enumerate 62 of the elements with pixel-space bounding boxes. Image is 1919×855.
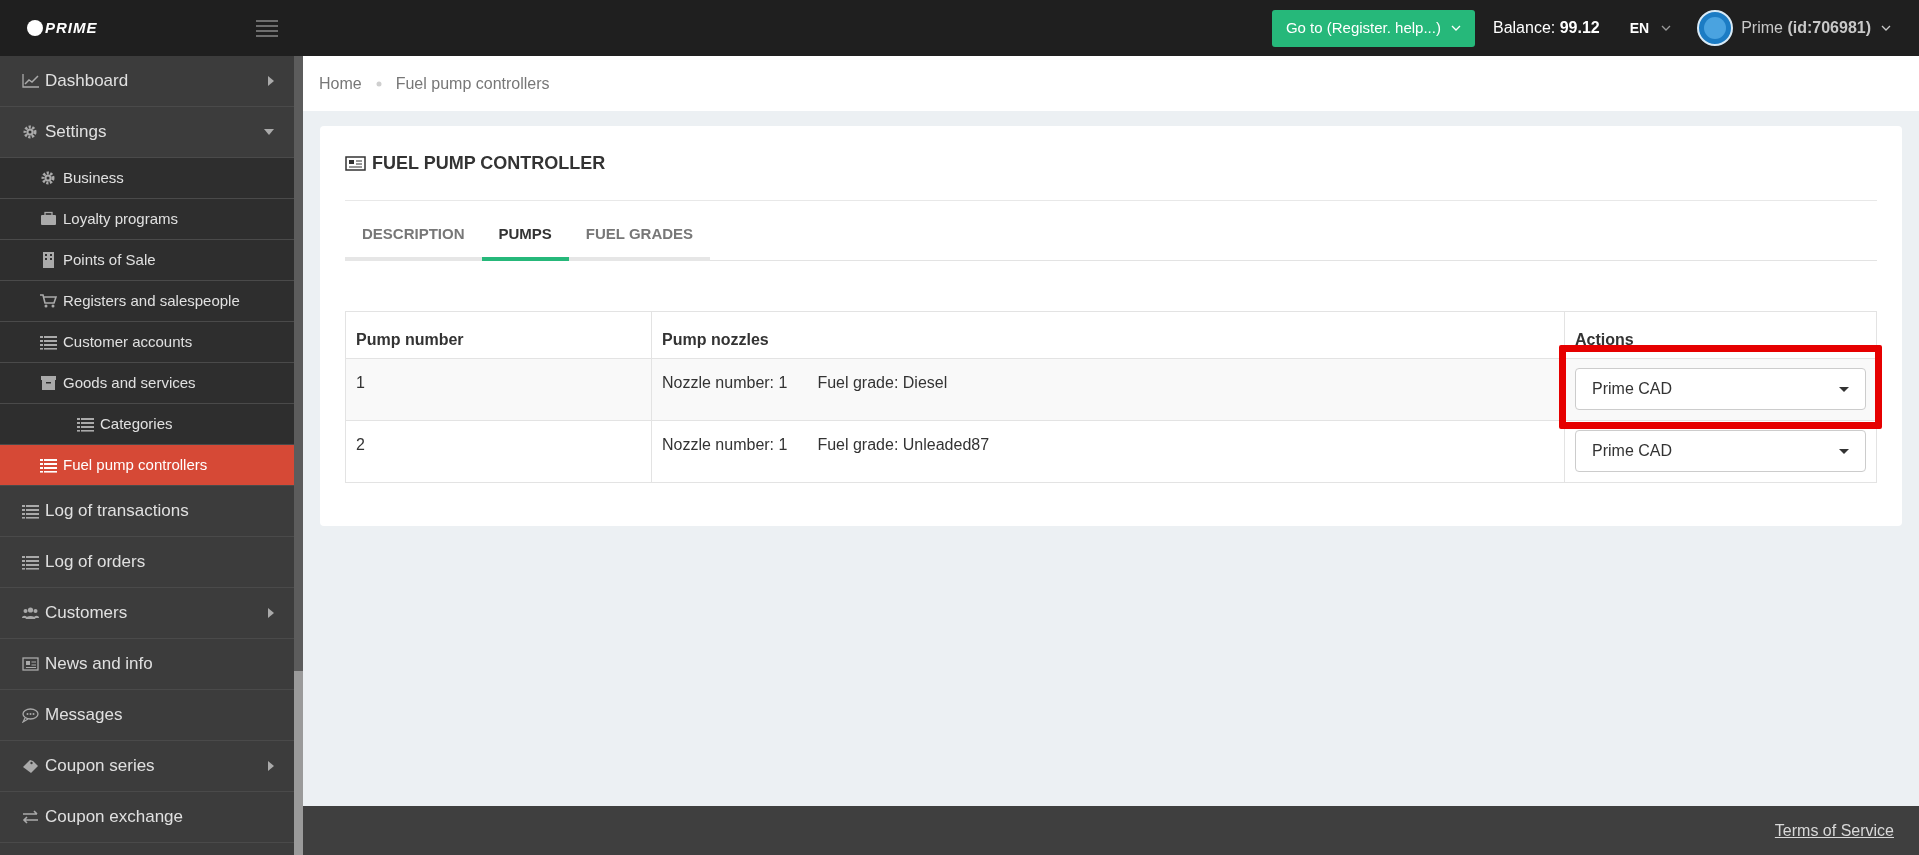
newspaper-icon [345, 155, 366, 171]
chat-bubble-icon [22, 707, 39, 723]
table-cell: 2 [345, 420, 652, 483]
chart-icon [22, 73, 39, 89]
table-cell: 1 [345, 358, 652, 421]
caret-right-icon [268, 608, 274, 618]
sidebar-item[interactable]: Fuel pump controllers [0, 445, 294, 486]
tab[interactable]: FUEL GRADES [568, 211, 711, 261]
logo[interactable]: PRIME [45, 16, 98, 40]
balance-text: Balance: 99.12 [1492, 18, 1600, 38]
ticket-icon [22, 758, 39, 774]
separator-dot-icon [375, 80, 382, 87]
list-icon [22, 554, 39, 570]
archive-box-icon [40, 375, 57, 391]
users-icon [22, 605, 39, 621]
tab[interactable]: PUMPS [481, 211, 569, 261]
card-title: FUEL PUMP CONTROLLER [372, 151, 606, 175]
sidebar-item[interactable]: Registers and salespeople [0, 281, 294, 322]
column-header: Pump nozzles [651, 311, 1565, 359]
sidebar-item[interactable]: Points of Sale [0, 240, 294, 281]
tab[interactable]: DESCRIPTION [345, 211, 482, 261]
logo-circle-icon [27, 20, 43, 36]
sidebar-item[interactable]: Goods and services [0, 363, 294, 404]
newspaper-icon [22, 656, 39, 672]
sidebar-item[interactable]: Customer accounts [0, 322, 294, 363]
caret-right-icon [268, 76, 274, 86]
briefcase-icon [40, 211, 57, 227]
settings-icon [40, 170, 57, 186]
sidebar-item[interactable]: Business [0, 158, 294, 199]
fuel-grade: Fuel grade: Diesel [817, 373, 948, 393]
column-header: Actions [1564, 311, 1877, 359]
caret-down-icon [1839, 448, 1849, 454]
caret-down-icon [264, 129, 274, 135]
list-icon [77, 416, 94, 432]
nozzle-number: Nozzle number: 1 [662, 435, 788, 455]
list-icon [40, 457, 57, 473]
action-select[interactable]: Prime CAD [1575, 430, 1866, 472]
user-menu[interactable]: Prime (id:706981) [1741, 16, 1891, 40]
list-icon [40, 334, 57, 350]
list-icon [22, 503, 39, 519]
caret-icon [1881, 25, 1891, 31]
exchange-arrows-icon [22, 809, 39, 825]
settings-icon [22, 124, 39, 140]
column-header: Pump number [345, 311, 652, 359]
caret-down-icon [1839, 386, 1849, 392]
breadcrumb-link[interactable]: Home [319, 71, 362, 96]
scrollbar[interactable] [294, 56, 303, 855]
language-selector[interactable]: EN [1629, 17, 1672, 39]
terms-of-service-link[interactable]: Terms of Service [1774, 818, 1894, 843]
sidebar-item[interactable]: Loyalty programs [0, 199, 294, 240]
cart-icon [40, 293, 57, 309]
sidebar-item[interactable]: Categories [0, 404, 294, 445]
caret-icon [1450, 25, 1461, 31]
menu-icon[interactable] [256, 19, 278, 37]
nozzle-number: Nozzle number: 1 [662, 373, 788, 393]
caret-right-icon [268, 761, 274, 771]
caret-icon [1661, 25, 1672, 31]
fuel-grade: Fuel grade: Unleaded87 [817, 435, 990, 455]
action-select[interactable]: Prime CAD [1575, 368, 1866, 410]
breadcrumb-current: Fuel pump controllers [395, 73, 550, 94]
building-icon [40, 252, 57, 268]
avatar-icon[interactable] [1697, 10, 1734, 46]
